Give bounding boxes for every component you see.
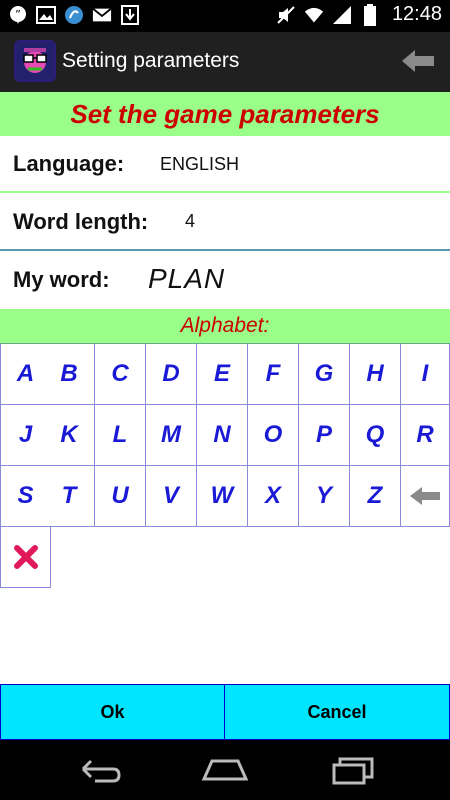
letter-key[interactable]: W [197, 466, 248, 527]
mute-icon [276, 5, 296, 25]
app-icon [64, 5, 84, 25]
ok-button[interactable]: Ok [0, 684, 225, 740]
letter-key[interactable]: Q [350, 405, 401, 466]
letter-key[interactable]: L [95, 405, 146, 466]
my-word-label: My word: [13, 267, 110, 292]
app-logo-icon[interactable] [14, 40, 56, 82]
word-length-value[interactable]: 4 [185, 211, 195, 232]
game-parameters-banner: Set the game parameters [0, 92, 450, 136]
letter-key[interactable]: M [146, 405, 197, 466]
letter-key[interactable]: I [401, 344, 450, 405]
clear-x-icon [13, 545, 38, 569]
signal-icon [332, 5, 352, 25]
letter-key[interactable]: E [197, 344, 248, 405]
my-word-row: My word: PLAN [0, 251, 450, 307]
status-bar: ” 12:48 [0, 0, 450, 32]
gmail-icon [92, 5, 112, 25]
letter-key[interactable]: B [44, 344, 95, 405]
word-length-label: Word length: [13, 209, 149, 234]
action-bar: Setting parameters [0, 32, 450, 92]
my-word-value: PLAN [148, 263, 226, 294]
nav-recents-icon[interactable] [328, 755, 378, 785]
language-row[interactable]: Language: ENGLISH [0, 136, 450, 193]
battery-icon [360, 3, 380, 26]
letter-key[interactable]: G [299, 344, 350, 405]
cancel-button[interactable]: Cancel [224, 684, 450, 740]
screen-title: Setting parameters [62, 49, 240, 72]
action-buttons: Ok Cancel [0, 684, 450, 740]
letter-key[interactable]: K [44, 405, 95, 466]
letter-key[interactable]: P [299, 405, 350, 466]
letter-key[interactable]: Y [299, 466, 350, 527]
nav-home-icon[interactable] [200, 755, 250, 785]
image-icon [36, 5, 56, 25]
clock: 12:48 [391, 3, 442, 25]
navigation-bar [0, 740, 450, 800]
letter-key[interactable]: C [95, 344, 146, 405]
letter-key[interactable]: X [248, 466, 299, 527]
letter-key[interactable]: D [146, 344, 197, 405]
alphabet-header-label: Alphabet: [180, 314, 270, 337]
clear-key[interactable] [0, 527, 51, 588]
word-length-row[interactable]: Word length: 4 [0, 193, 450, 251]
letter-key[interactable]: U [95, 466, 146, 527]
svg-text:”: ” [15, 8, 21, 21]
download-icon [120, 5, 140, 25]
letter-key[interactable]: H [350, 344, 401, 405]
wifi-icon [304, 5, 324, 25]
language-value[interactable]: ENGLISH [160, 154, 239, 175]
nav-back-icon[interactable] [75, 755, 125, 785]
letter-key[interactable]: N [197, 405, 248, 466]
letter-key[interactable]: Z [350, 466, 401, 527]
banner-title: Set the game parameters [70, 98, 380, 129]
language-label: Language: [13, 151, 125, 176]
letter-key[interactable]: R [401, 405, 450, 466]
hangouts-icon: ” [8, 5, 28, 25]
backspace-arrow-icon [410, 487, 440, 505]
letter-key[interactable]: O [248, 405, 299, 466]
alphabet-header: Alphabet: [0, 309, 450, 344]
backspace-key[interactable] [401, 466, 450, 527]
letter-key[interactable]: F [248, 344, 299, 405]
back-arrow-icon[interactable] [400, 47, 436, 75]
letter-key[interactable]: V [146, 466, 197, 527]
letter-key[interactable]: T [44, 466, 95, 527]
